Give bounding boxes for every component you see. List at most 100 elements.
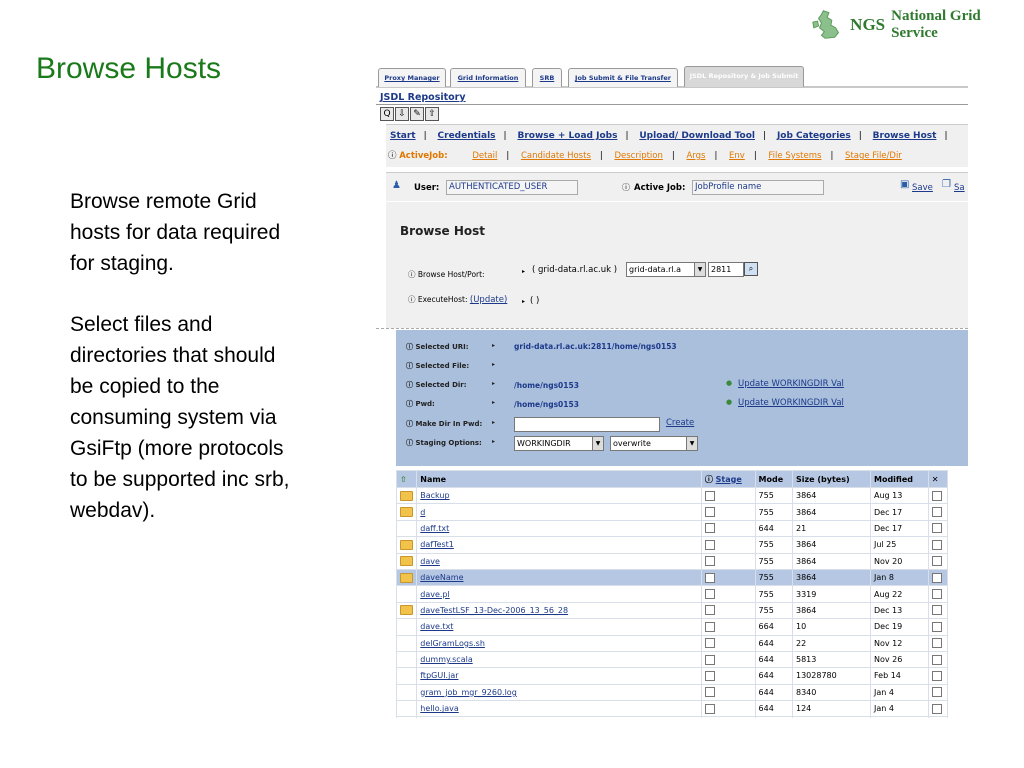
sub-stage-file-dir[interactable]: Stage File/Dir xyxy=(845,151,902,161)
file-name[interactable]: dummy.scala xyxy=(416,650,702,669)
table-row[interactable]: daveName 755 3864 Jan 8 xyxy=(395,568,949,587)
select-checkbox[interactable] xyxy=(927,683,949,702)
stage-checkbox[interactable] xyxy=(700,503,756,521)
table-row[interactable]: d 755 3864 Dec 17 xyxy=(395,503,949,521)
host-select[interactable]: grid-data.rl.a ▼ xyxy=(626,262,706,277)
select-checkbox[interactable] xyxy=(927,519,949,538)
stage-checkbox[interactable] xyxy=(700,486,756,505)
stage-checkbox[interactable] xyxy=(700,618,756,636)
file-name[interactable]: lca xyxy=(416,716,702,718)
file-name[interactable]: ftpGUI.jar xyxy=(416,667,702,685)
table-row[interactable]: hello.java 644 124 Jan 4 xyxy=(395,700,949,718)
nav-start[interactable]: Start xyxy=(390,131,416,141)
stage-checkbox[interactable] xyxy=(700,585,756,603)
stage-checkbox[interactable] xyxy=(700,552,756,570)
select-checkbox[interactable] xyxy=(927,568,949,587)
save-link[interactable]: Save xyxy=(912,183,933,193)
sub-detail[interactable]: Detail xyxy=(472,151,497,161)
table-row[interactable]: gram_job_mgr_9260.log 644 8340 Jan 4 xyxy=(395,683,949,702)
stage-checkbox[interactable] xyxy=(700,536,756,554)
stage-checkbox[interactable] xyxy=(700,716,756,718)
host-link[interactable]: ( grid-data.rl.ac.uk ) xyxy=(532,265,617,275)
stage-checkbox[interactable] xyxy=(700,601,756,620)
overwrite-select[interactable]: overwrite ▼ xyxy=(610,436,698,451)
file-name[interactable]: dave.txt xyxy=(416,618,702,636)
table-row[interactable]: dafTest1 755 3864 Jul 25 xyxy=(395,536,949,554)
file-name[interactable]: hello.java xyxy=(416,700,702,718)
file-name[interactable]: daff.txt xyxy=(416,519,702,538)
select-checkbox[interactable] xyxy=(927,486,949,505)
select-checkbox[interactable] xyxy=(927,700,949,718)
table-row[interactable]: ftpGUI.jar 644 13028780 Feb 14 xyxy=(395,667,949,685)
table-row[interactable]: dummy.scala 644 5813 Nov 26 xyxy=(395,650,949,669)
close-icon[interactable]: ✕ xyxy=(927,470,949,488)
stage-checkbox[interactable] xyxy=(700,650,756,669)
table-row[interactable]: dave.pl 755 3319 Aug 22 xyxy=(395,585,949,603)
tab-grid-information[interactable]: Grid Information xyxy=(450,68,526,87)
file-name[interactable]: dafTest1 xyxy=(416,536,702,554)
select-checkbox[interactable] xyxy=(927,536,949,554)
stage-checkbox[interactable] xyxy=(700,667,756,685)
stage-checkbox[interactable] xyxy=(700,519,756,538)
select-checkbox[interactable] xyxy=(927,601,949,620)
user-field[interactable]: AUTHENTICATED_USER xyxy=(446,180,578,195)
file-name[interactable]: dave.pl xyxy=(416,585,702,603)
nav-credentials[interactable]: Credentials xyxy=(438,131,496,141)
download-icon[interactable]: ⇩ xyxy=(395,107,409,121)
create-link[interactable]: Create xyxy=(666,418,694,428)
mkdir-input[interactable] xyxy=(514,417,660,432)
save-as-link[interactable]: Sa xyxy=(954,183,965,193)
staging-dir-select[interactable]: WORKINGDIR ▼ xyxy=(514,436,604,451)
sub-args[interactable]: Args xyxy=(686,151,705,161)
tab-srb[interactable]: SRB xyxy=(532,68,562,87)
execute-host-value[interactable]: ( ) xyxy=(530,296,539,306)
file-name[interactable]: daveTestLSF_13-Dec-2006_13_56_28 xyxy=(416,601,702,620)
table-row[interactable]: delGramLogs.sh 644 22 Nov 12 xyxy=(395,634,949,652)
zoom-icon[interactable]: Q xyxy=(380,107,394,121)
nav-upload-download-tool[interactable]: Upload/ Download Tool xyxy=(639,131,755,141)
nav-browse-load-jobs[interactable]: Browse + Load Jobs xyxy=(517,131,617,141)
nav-job-categories[interactable]: Job Categories xyxy=(777,131,851,141)
file-name[interactable]: delGramLogs.sh xyxy=(416,634,702,652)
table-row[interactable]: dave 755 3864 Nov 20 xyxy=(395,552,949,570)
select-checkbox[interactable] xyxy=(927,552,949,570)
select-checkbox[interactable] xyxy=(927,634,949,652)
table-row[interactable]: daveTestLSF_13-Dec-2006_13_56_28 755 3864 D… xyxy=(395,601,949,620)
active-job-field[interactable]: JobProfile name xyxy=(692,180,824,195)
select-checkbox[interactable] xyxy=(927,667,949,685)
nav-browse-host[interactable]: Browse Host xyxy=(873,131,937,141)
search-icon[interactable]: ⌕ xyxy=(744,262,758,276)
stage-checkbox[interactable] xyxy=(700,700,756,718)
sub-candidate-hosts[interactable]: Candidate Hosts xyxy=(521,151,591,161)
table-row[interactable]: dave.txt 664 10 Dec 19 xyxy=(395,618,949,636)
table-row[interactable]: Backup 755 3864 Aug 13 xyxy=(395,486,949,505)
file-name[interactable]: daveName xyxy=(416,568,702,587)
stage-checkbox[interactable] xyxy=(700,568,756,587)
port-input[interactable]: 2811 xyxy=(708,262,744,277)
update-workingdir-link[interactable]: Update WORKINGDIR Val xyxy=(738,379,844,389)
stage-checkbox[interactable] xyxy=(700,683,756,702)
edit-icon[interactable]: ✎ xyxy=(410,107,424,121)
update-workingdir-link[interactable]: Update WORKINGDIR Val xyxy=(738,398,844,408)
table-row[interactable]: lca 7753864Dec 14 xyxy=(395,716,949,718)
select-checkbox[interactable] xyxy=(927,618,949,636)
table-row[interactable]: daff.txt 644 21 Dec 17 xyxy=(395,519,949,538)
sub-file-systems[interactable]: File Systems xyxy=(768,151,821,161)
stage-checkbox[interactable] xyxy=(700,634,756,652)
sub-description[interactable]: Description xyxy=(614,151,662,161)
update-link[interactable]: (Update) xyxy=(470,295,507,305)
file-name[interactable]: gram_job_mgr_9260.log xyxy=(416,683,702,702)
tab-jsdl-repository[interactable]: JSDL Repository & Job Submit xyxy=(684,66,804,87)
repository-title[interactable]: JSDL Repository xyxy=(380,92,466,103)
tab-proxy-manager[interactable]: Proxy Manager xyxy=(378,68,446,87)
select-checkbox[interactable] xyxy=(927,716,949,718)
select-checkbox[interactable] xyxy=(927,650,949,669)
select-checkbox[interactable] xyxy=(927,503,949,521)
file-name[interactable]: dave xyxy=(416,552,702,570)
up-dir-icon[interactable]: ⇧ xyxy=(395,470,418,488)
file-name[interactable]: d xyxy=(416,503,702,521)
sub-env[interactable]: Env xyxy=(729,151,745,161)
tab-job-submit[interactable]: Job Submit & File Transfer xyxy=(568,68,678,87)
select-checkbox[interactable] xyxy=(927,585,949,603)
file-name[interactable]: Backup xyxy=(416,486,702,505)
